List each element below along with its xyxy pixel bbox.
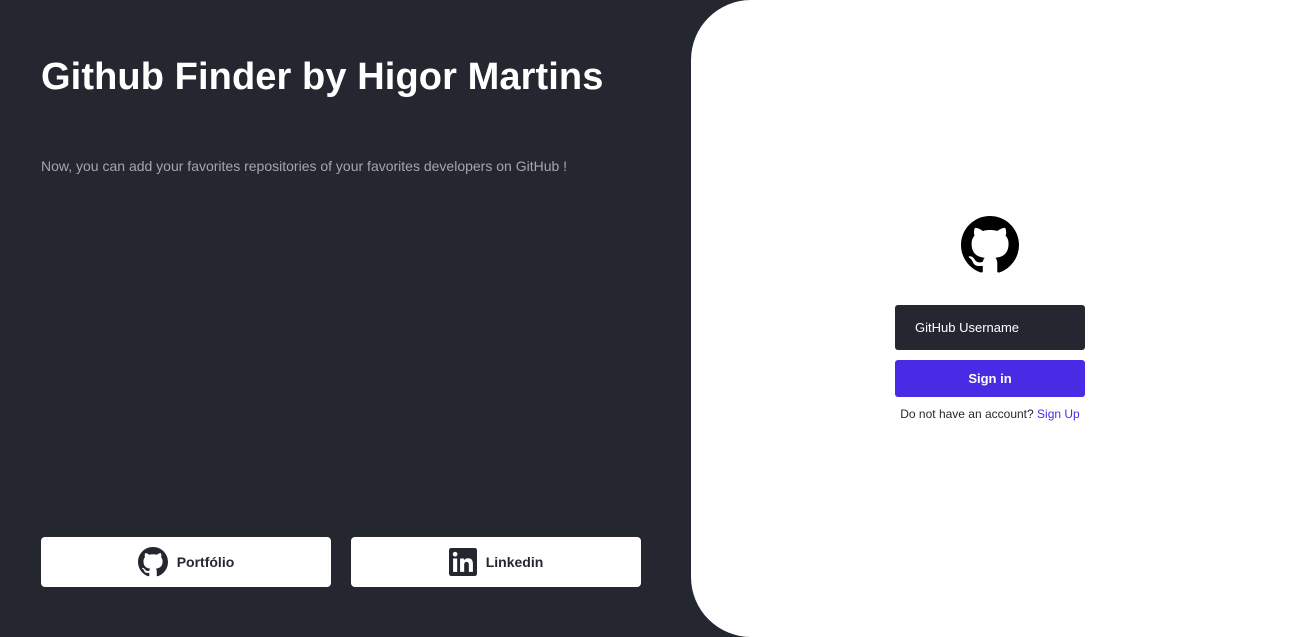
login-form: Sign in Do not have an account? Sign Up [895,216,1085,421]
signup-link[interactable]: Sign Up [1037,407,1080,421]
login-panel: Sign in Do not have an account? Sign Up [691,0,1290,637]
signup-prompt: Do not have an account? [900,407,1034,421]
signin-button[interactable]: Sign in [895,360,1085,397]
portfolio-button[interactable]: Portfólio [41,537,331,587]
github-icon [137,547,168,577]
github-logo-icon [961,216,1019,273]
page-subtitle: Now, you can add your favorites reposito… [41,158,568,174]
linkedin-icon [448,548,477,576]
linkedin-label: Linkedin [485,554,544,570]
portfolio-label: Portfólio [176,554,235,570]
hero-panel: Github Finder by Higor Martins Now, you … [0,0,691,637]
username-input[interactable] [895,305,1085,350]
signup-row: Do not have an account? Sign Up [900,407,1079,421]
linkedin-button[interactable]: Linkedin [351,537,641,587]
page-title: Github Finder by Higor Martins [41,56,604,98]
